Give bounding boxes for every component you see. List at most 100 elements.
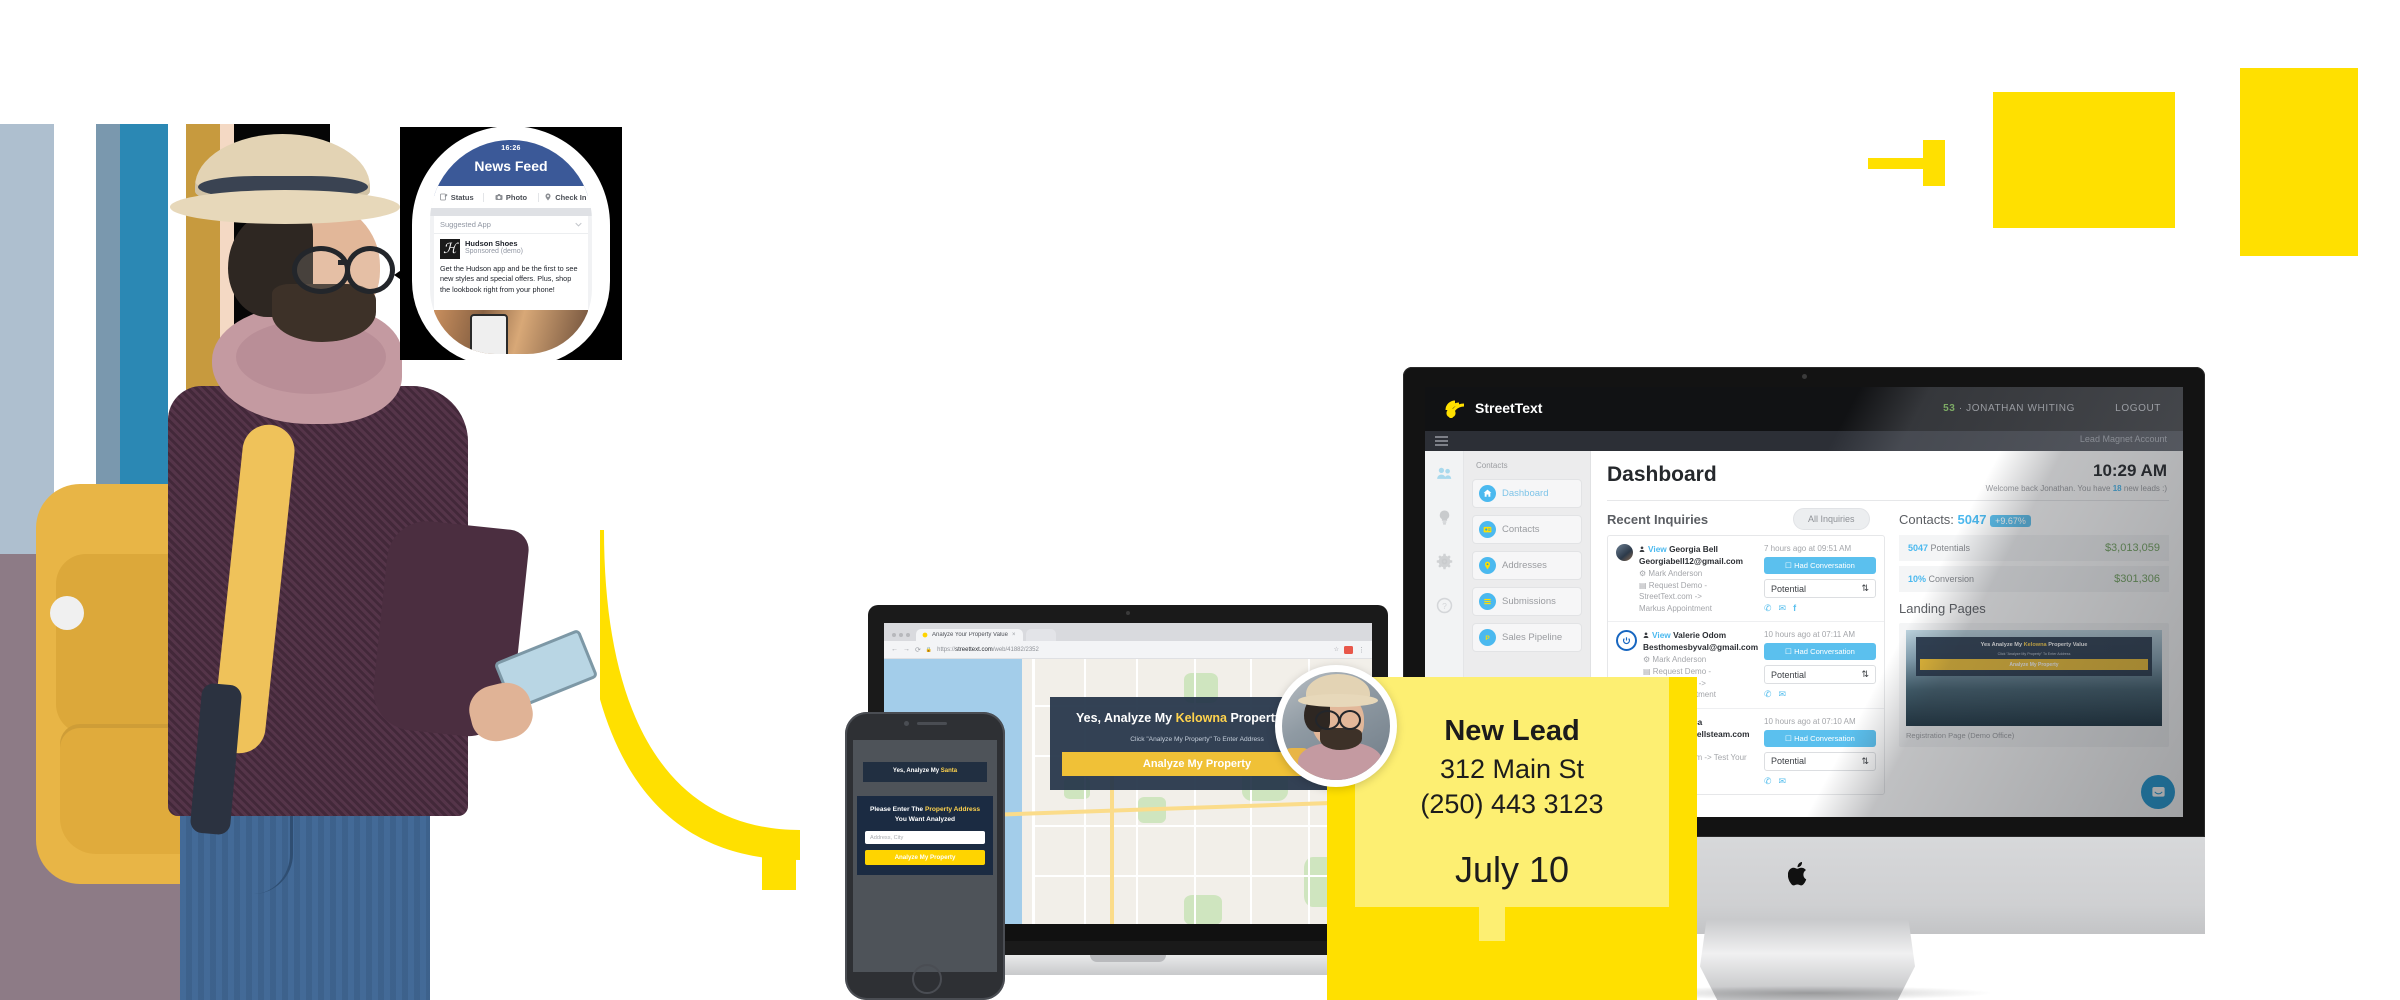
all-inquiries-button[interactable]: All Inquiries — [1793, 508, 1870, 530]
had-conversation-button[interactable]: ☐ Had Conversation — [1764, 557, 1876, 574]
sidebar-item-dashboard[interactable]: Dashboard — [1472, 479, 1582, 508]
landing-cta-button[interactable]: Analyze My Property — [1920, 659, 2148, 671]
composite-hero-graphic: 16:26 News Feed Status Photo Check In Su… — [0, 0, 2400, 1000]
address-input[interactable]: Address, City — [865, 831, 985, 845]
lightbulb-icon[interactable] — [1436, 509, 1453, 531]
sidebar-label-submissions: Submissions — [1502, 596, 1556, 607]
view-link[interactable]: View — [1648, 544, 1667, 554]
gear-icon[interactable] — [1436, 553, 1453, 575]
app-header: StreetText 53 · JONATHAN WHITING LOGOUT — [1425, 387, 2183, 431]
menu-grip-icon[interactable] — [1435, 436, 1448, 447]
camera-icon — [495, 193, 503, 201]
user-menu[interactable]: 53 · JONATHAN WHITING — [1943, 403, 2075, 414]
bookmark-icon[interactable]: ☆ — [1334, 646, 1339, 653]
location-pin-icon — [544, 193, 552, 201]
forward-icon[interactable]: → — [903, 646, 910, 653]
sidebar-item-sales-pipeline[interactable]: P Sales Pipeline — [1472, 623, 1582, 652]
stat-potentials: 5047 Potentials $3,013,059 — [1899, 535, 2169, 561]
status-select[interactable]: Potential ⇅ — [1764, 665, 1876, 685]
back-icon[interactable]: ← — [891, 646, 898, 653]
stepper-icon: ⇅ — [1861, 583, 1869, 593]
speaker-grill — [916, 722, 947, 725]
iphone-screen: Yes, Analyze My Santa Please Enter The P… — [853, 740, 997, 972]
address-capture-form: Please Enter The Property Address You Wa… — [857, 796, 993, 876]
status-value: Potential — [1771, 583, 1807, 594]
laptop-notch — [1090, 955, 1166, 962]
avatar — [1616, 544, 1633, 561]
conversion-amount: $301,306 — [2114, 573, 2160, 585]
form-hl-property: Property — [924, 806, 953, 813]
svg-text:P: P — [1485, 635, 1490, 642]
home-button[interactable] — [912, 964, 942, 994]
stepper-icon: ⇅ — [1861, 669, 1869, 680]
potentials-label: Potentials — [1928, 543, 1971, 553]
contact-email: Georgiabell12@gmail.com — [1639, 556, 1743, 566]
browser-tab-title: Analyze Your Property Value — [932, 632, 1008, 638]
reload-icon[interactable]: ⟳ — [915, 646, 921, 654]
home-icon — [1479, 485, 1496, 502]
had-conversation-button[interactable]: ☐ Had Conversation — [1764, 643, 1876, 661]
ad-body-text: Get the Hudson app and be the first to s… — [440, 264, 578, 294]
help-icon[interactable]: ? — [1436, 597, 1453, 619]
table-row[interactable]: View Georgia Bell Georgiabell12@gmail.co… — [1608, 536, 1884, 623]
menu-icon[interactable]: ⋮ — [1358, 646, 1365, 654]
landing-page-card[interactable]: Yes Analyze My Kelowna Property Value Cl… — [1899, 623, 2169, 747]
landing-page-thumbnail: Yes Analyze My Kelowna Property Value Cl… — [1906, 630, 2162, 726]
contact-name: Valerie Odom — [1673, 630, 1727, 641]
checkin-action[interactable]: Check In — [537, 192, 592, 202]
sponsored-post-card: Suggested App ℋ Hudson Shoes Sponsored (… — [434, 216, 588, 354]
list-icon — [1479, 593, 1496, 610]
facebook-icon[interactable]: f — [1793, 603, 1796, 614]
email-icon[interactable]: ✉ — [1779, 689, 1787, 700]
email-icon[interactable]: ✉ — [1779, 776, 1787, 787]
view-link[interactable]: View — [1652, 630, 1671, 640]
contacts-label: Contacts: — [1899, 512, 1954, 527]
phone-icon[interactable]: ✆ — [1764, 603, 1772, 614]
sidebar-label-contacts: Contacts — [1502, 524, 1540, 535]
email-icon[interactable]: ✉ — [1779, 603, 1787, 614]
had-conversation-button[interactable]: ☐ Had Conversation — [1764, 729, 1876, 747]
yellow-arc-connector — [600, 530, 800, 860]
contact-socials: ✆ ✉ — [1764, 776, 1876, 787]
contact-card-icon — [1479, 521, 1496, 538]
chat-bubble-icon[interactable] — [2141, 775, 2175, 809]
contact-socials: ✆ ✉ — [1764, 689, 1876, 700]
people-icon[interactable] — [1436, 465, 1453, 487]
phone-icon[interactable]: ✆ — [1764, 776, 1772, 787]
chevron-down-icon[interactable] — [575, 220, 582, 229]
extension-icon[interactable] — [1344, 645, 1353, 654]
news-feed-title: News Feed — [474, 158, 548, 174]
contact-email: Besthomesbyval@gmail.com — [1643, 642, 1759, 653]
sidebar-item-addresses[interactable]: Addresses — [1472, 551, 1582, 580]
logout-button[interactable]: LOGOUT — [2115, 403, 2161, 414]
close-icon[interactable]: × — [1012, 632, 1016, 638]
new-lead-date: July 10 — [1454, 849, 1570, 890]
yellow-curve-shape — [1715, 155, 1835, 340]
account-label: Lead Magnet Account — [2079, 434, 2167, 444]
laptop-camera-icon — [1126, 611, 1130, 615]
map-pin-icon — [1479, 557, 1496, 574]
new-tab-button[interactable] — [1026, 629, 1057, 641]
phone-icon[interactable]: ✆ — [1764, 689, 1772, 700]
user-name: JONATHAN WHITING — [1966, 403, 2075, 414]
photo-action[interactable]: Photo — [483, 192, 537, 202]
status-select[interactable]: Potential ⇅ — [1764, 579, 1876, 598]
iphone-hero-city: Santa — [940, 768, 958, 774]
photo-label: Photo — [505, 192, 528, 202]
landing-caption: Registration Page (Demo Office) — [1906, 731, 2015, 740]
browser-address-bar[interactable]: ← → ⟳ 🔒 https://streettext.com/web/41882… — [884, 641, 1372, 659]
contact-name: Georgia Bell — [1669, 544, 1718, 554]
sidebar-item-contacts[interactable]: Contacts — [1472, 515, 1582, 544]
contact-source2: Markus Appointment — [1639, 603, 1712, 613]
sidebar-header: Contacts — [1476, 461, 1508, 470]
analyze-my-property-button[interactable]: Analyze My Property — [865, 850, 985, 866]
status-action[interactable]: Status — [430, 193, 483, 202]
form-hl-address: Address — [953, 806, 981, 813]
sidebar-item-submissions[interactable]: Submissions — [1472, 587, 1582, 616]
contact-agent: ⚙ Mark Anderson — [1643, 655, 1707, 665]
contact-socials: ✆ ✉ f — [1764, 603, 1876, 614]
browser-tab[interactable]: Analyze Your Property Value × — [916, 629, 1024, 641]
lock-icon: 🔒 — [925, 646, 933, 653]
status-select[interactable]: Potential ⇅ — [1764, 751, 1876, 771]
window-controls[interactable] — [890, 633, 916, 641]
